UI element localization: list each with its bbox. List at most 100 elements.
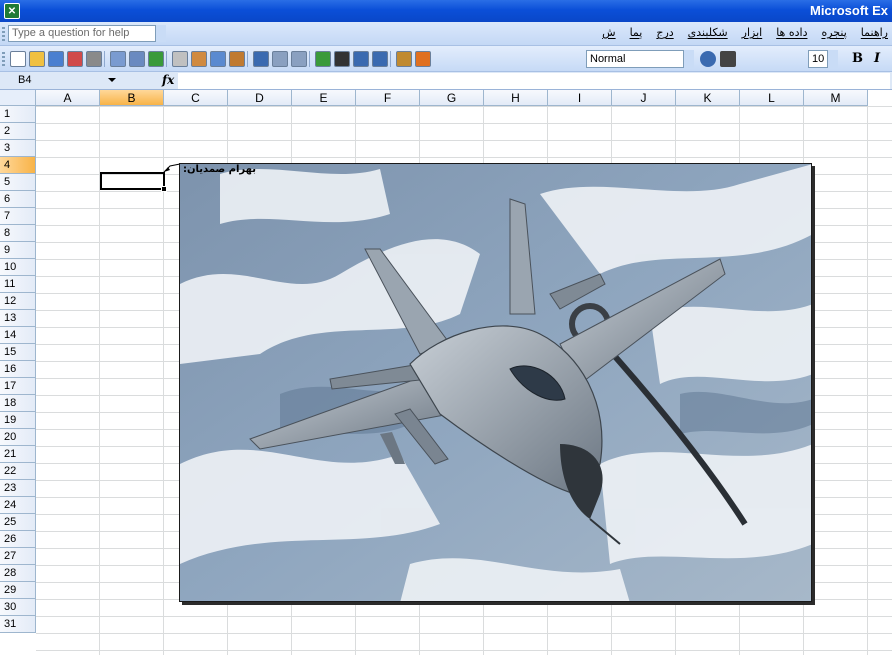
column-header[interactable]: D [228,90,292,106]
embedded-picture[interactable] [179,163,812,602]
row-header[interactable]: 6 [0,191,36,208]
gridline [867,106,868,655]
format-painter-icon[interactable] [229,51,245,67]
sort-asc-icon[interactable] [334,51,350,67]
row-header[interactable]: 5 [0,174,36,191]
row-header[interactable]: 26 [0,531,36,548]
style-dropdown-button[interactable] [683,50,694,68]
row-header[interactable]: 10 [0,259,36,276]
help-circle-icon[interactable] [700,51,716,67]
camera-icon[interactable] [720,51,736,67]
menu-item[interactable]: پنجره [821,26,846,39]
new-icon[interactable] [10,51,26,67]
column-header[interactable]: F [356,90,420,106]
column-header[interactable]: A [36,90,100,106]
row-header[interactable]: 16 [0,361,36,378]
cut-icon[interactable] [172,51,188,67]
row-header[interactable]: 25 [0,514,36,531]
row-header[interactable]: 3 [0,140,36,157]
row-header[interactable]: 24 [0,497,36,514]
toolbar-separator [247,51,248,67]
column-header[interactable]: M [804,90,868,106]
select-all-button[interactable] [0,90,36,106]
help-search-input[interactable]: Type a question for help [8,25,166,42]
menu-item[interactable]: شکلبندی [688,26,728,39]
row-header[interactable]: 29 [0,582,36,599]
permission-icon[interactable] [67,51,83,67]
copy-icon[interactable] [191,51,207,67]
column-header[interactable]: J [612,90,676,106]
excel-icon[interactable]: ✕ [4,3,20,19]
toolbar-grip-icon[interactable] [2,27,5,41]
column-header[interactable]: K [676,90,740,106]
bold-button[interactable]: B [852,51,863,66]
style-select[interactable]: Normal [586,50,694,68]
print-icon[interactable] [86,51,102,67]
column-header[interactable]: C [164,90,228,106]
italic-button[interactable]: I [874,51,880,66]
menu-item[interactable]: پما [630,26,643,39]
row-header[interactable]: 30 [0,599,36,616]
row-header[interactable]: 27 [0,548,36,565]
name-box-dropdown-icon[interactable] [108,78,116,82]
row-header[interactable]: 20 [0,429,36,446]
active-cell[interactable] [100,172,165,190]
drawing-icon[interactable] [396,51,412,67]
menu-item[interactable]: داده ها [776,26,807,39]
row-header[interactable]: 4 [0,157,36,174]
excel-window: ✕ Microsoft Ex Type a question for help … [0,0,892,655]
sort-desc-icon[interactable] [353,51,369,67]
row-header[interactable]: 9 [0,242,36,259]
row-header[interactable]: 22 [0,463,36,480]
hyperlink-icon[interactable] [291,51,307,67]
column-header[interactable]: I [548,90,612,106]
column-header[interactable]: G [420,90,484,106]
open-icon[interactable] [29,51,45,67]
column-header[interactable]: L [740,90,804,106]
fill-handle[interactable] [161,186,167,192]
menu-item[interactable]: ابزار [742,26,763,39]
row-header[interactable]: 15 [0,344,36,361]
undo-icon[interactable] [253,51,269,67]
column-header[interactable]: H [484,90,548,106]
row-header[interactable]: 7 [0,208,36,225]
column-header[interactable]: B [100,90,164,106]
redo-icon[interactable] [272,51,288,67]
menu-item[interactable]: راهنما [861,26,888,39]
row-header[interactable]: 21 [0,446,36,463]
row-header[interactable]: 14 [0,327,36,344]
chart-icon[interactable] [372,51,388,67]
toolbar-separator [104,51,105,67]
row-header[interactable]: 28 [0,565,36,582]
menu-item[interactable]: درج [656,26,673,39]
row-header[interactable]: 8 [0,225,36,242]
insert-function-button[interactable]: fx [162,73,174,87]
row-header[interactable]: 11 [0,276,36,293]
help-dropdown-button[interactable] [155,25,166,42]
jet-photo [180,164,811,601]
toolbar-separator [390,51,391,67]
row-header[interactable]: 1 [0,106,36,123]
save-icon[interactable] [48,51,64,67]
menu-item[interactable]: ش [602,26,615,39]
row-header[interactable]: 23 [0,480,36,497]
help-icon[interactable] [415,51,431,67]
autosum-icon[interactable] [315,51,331,67]
toolbar-grip-icon[interactable] [2,52,5,66]
window-title: Microsoft Ex [809,3,888,18]
row-header[interactable]: 31 [0,616,36,633]
row-header[interactable]: 12 [0,293,36,310]
row-header[interactable]: 17 [0,378,36,395]
font-size-dropdown-button[interactable] [827,50,838,68]
row-header[interactable]: 13 [0,310,36,327]
worksheet-grid: A B C D E F G H I J K L M 1 2 3 4 5 6 7 8 9 10 11 12 13 14 15 16 17 18… [0,90,892,655]
formula-input[interactable] [178,73,890,89]
print-preview-icon[interactable] [110,51,126,67]
row-header[interactable]: 2 [0,123,36,140]
paste-icon[interactable] [210,51,226,67]
row-header[interactable]: 18 [0,395,36,412]
row-header[interactable]: 19 [0,412,36,429]
research-icon[interactable] [148,51,164,67]
column-header[interactable]: E [292,90,356,106]
spelling-icon[interactable] [129,51,145,67]
